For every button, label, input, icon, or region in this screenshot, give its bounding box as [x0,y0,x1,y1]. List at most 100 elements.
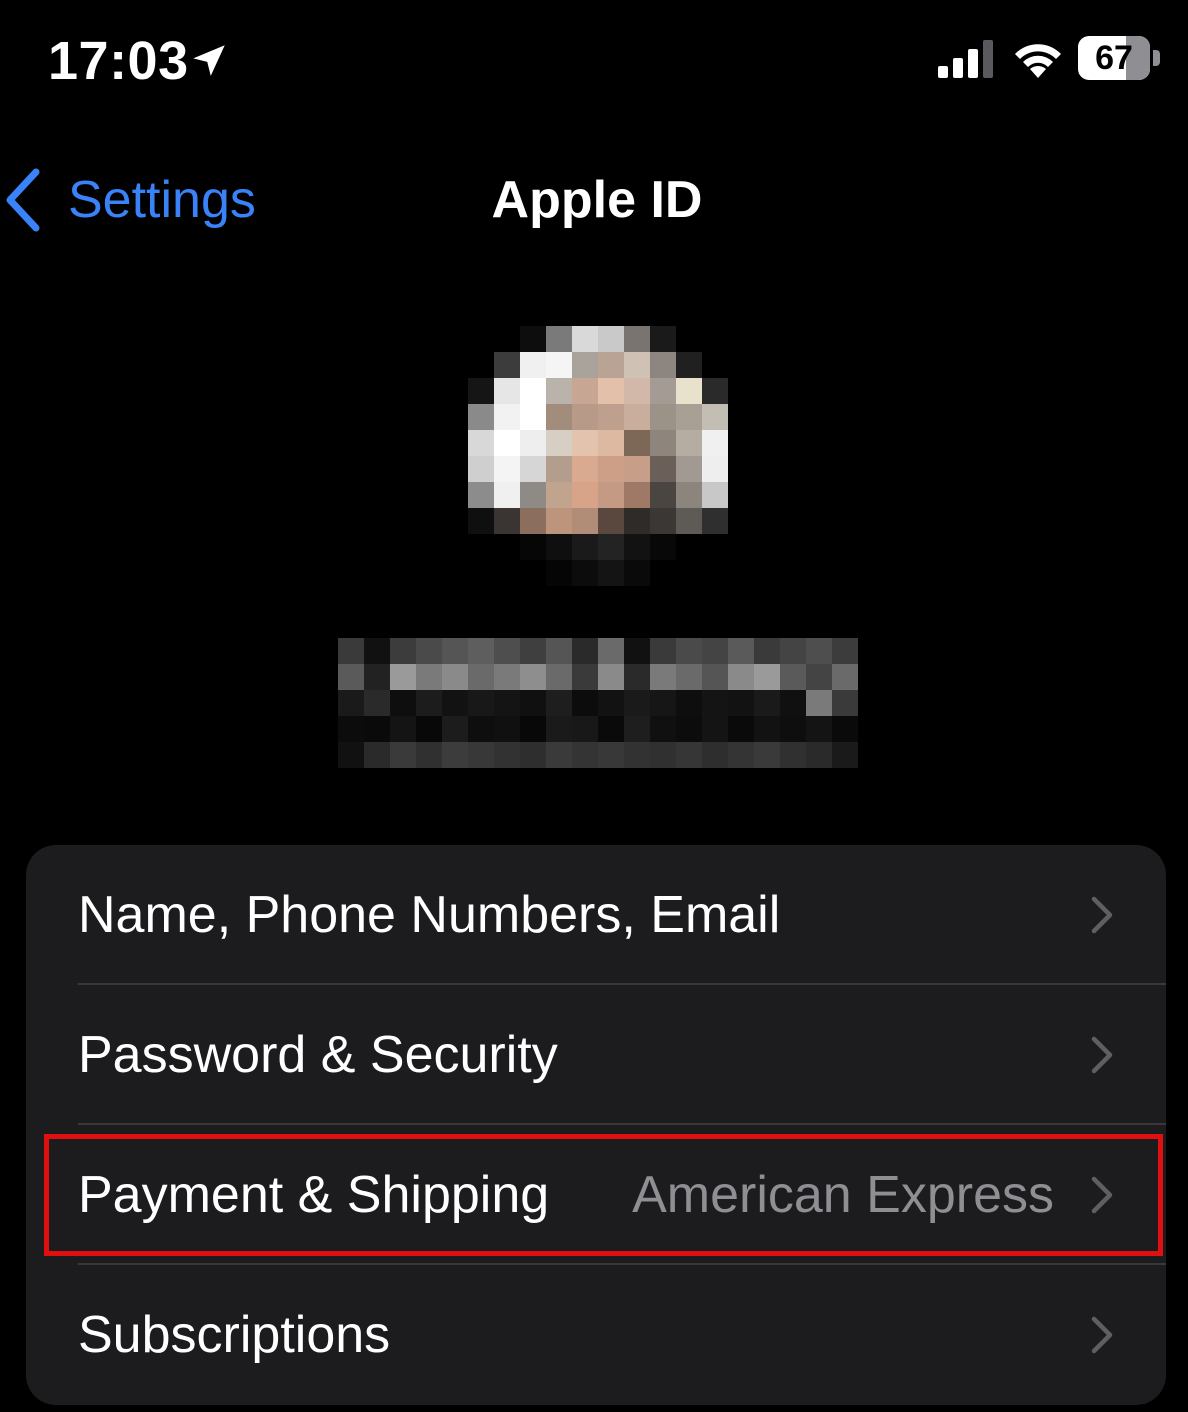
redacted-pixel [364,742,390,768]
redacted-pixel [728,716,754,742]
avatar-pixel [702,482,728,508]
battery-icon: 67 [1078,36,1162,80]
avatar-pixel [624,482,650,508]
avatar-pixel [598,378,624,404]
redacted-pixel [624,664,650,690]
redacted-pixel [702,742,728,768]
redacted-pixel [338,742,364,768]
redacted-pixel [390,638,416,664]
redacted-pixel [702,664,728,690]
redacted-pixel [520,664,546,690]
avatar-pixel [494,456,520,482]
redacted-pixel [572,716,598,742]
row-label: Password & Security [78,1026,558,1084]
redacted-pixel [754,742,780,768]
avatar-pixel [572,352,598,378]
redacted-pixel [676,638,702,664]
avatar-pixel [572,378,598,404]
redacted-pixel [624,716,650,742]
redacted-pixel [364,664,390,690]
redacted-pixel [390,664,416,690]
avatar-pixel [598,534,624,560]
location-arrow-icon [193,45,225,76]
redacted-pixel [702,716,728,742]
avatar-pixel [572,404,598,430]
avatar-pixel [676,352,702,378]
avatar-pixel [546,456,572,482]
redacted-pixel [546,742,572,768]
avatar-pixel [494,430,520,456]
redacted-pixel [728,690,754,716]
avatar-pixel [598,352,624,378]
redacted-pixel [650,716,676,742]
redacted-pixel [520,690,546,716]
avatar-pixel [520,430,546,456]
redacted-pixel [676,690,702,716]
redacted-pixel [832,742,858,768]
redacted-pixel [676,742,702,768]
redacted-pixel [572,664,598,690]
redacted-pixel [780,638,806,664]
redacted-pixel [416,638,442,664]
redacted-pixel [494,742,520,768]
avatar-pixel [650,378,676,404]
row-payment-shipping[interactable]: Payment & Shipping American Express [26,1125,1166,1265]
avatar-pixel [598,508,624,534]
redacted-pixel [754,716,780,742]
redacted-pixel [806,664,832,690]
avatar-pixel [624,430,650,456]
redacted-pixel [494,716,520,742]
avatar-pixel [676,404,702,430]
redacted-pixel [546,664,572,690]
avatar-pixel [650,352,676,378]
redacted-pixel [390,716,416,742]
redacted-pixel [676,664,702,690]
avatar-pixel [494,508,520,534]
redacted-pixel [650,742,676,768]
redacted-pixel [598,690,624,716]
avatar-pixel [702,508,728,534]
profile-name-email-redacted [338,638,858,768]
avatar-pixel [572,534,598,560]
avatar-pixel [624,404,650,430]
avatar-pixel [598,326,624,352]
avatar-pixel [468,378,494,404]
row-subscriptions[interactable]: Subscriptions [26,1265,1166,1405]
redacted-pixel [832,638,858,664]
avatar-pixel [650,430,676,456]
avatar-pixel [520,508,546,534]
avatar-pixel [624,378,650,404]
redacted-pixel [390,690,416,716]
avatar-pixel [546,430,572,456]
row-value-payment-method: American Express [632,1166,1054,1224]
redacted-pixel [338,664,364,690]
redacted-pixel [572,638,598,664]
avatar-pixel [520,352,546,378]
account-settings-list: Name, Phone Numbers, Email Password & Se… [26,845,1166,1405]
redacted-pixel [624,690,650,716]
redacted-pixel [442,716,468,742]
avatar-pixel [624,560,650,586]
avatar-pixel [624,352,650,378]
status-time: 17:03 [48,31,189,91]
redacted-pixel [832,716,858,742]
avatar-pixel [546,352,572,378]
redacted-pixel [468,690,494,716]
redacted-pixel [624,638,650,664]
avatar[interactable] [468,326,728,586]
redacted-pixel [572,742,598,768]
redacted-pixel [624,742,650,768]
avatar-pixel [598,456,624,482]
redacted-pixel [338,716,364,742]
redacted-pixel [520,716,546,742]
avatar-pixel [624,456,650,482]
redacted-pixel [702,690,728,716]
avatar-pixel [598,560,624,586]
row-label: Payment & Shipping [78,1166,550,1224]
row-name-phone-email[interactable]: Name, Phone Numbers, Email [26,845,1166,985]
avatar-pixel [702,378,728,404]
status-bar: 17:03 67 [0,0,1188,120]
row-password-security[interactable]: Password & Security [26,985,1166,1125]
avatar-pixel [468,482,494,508]
avatar-pixel [676,430,702,456]
